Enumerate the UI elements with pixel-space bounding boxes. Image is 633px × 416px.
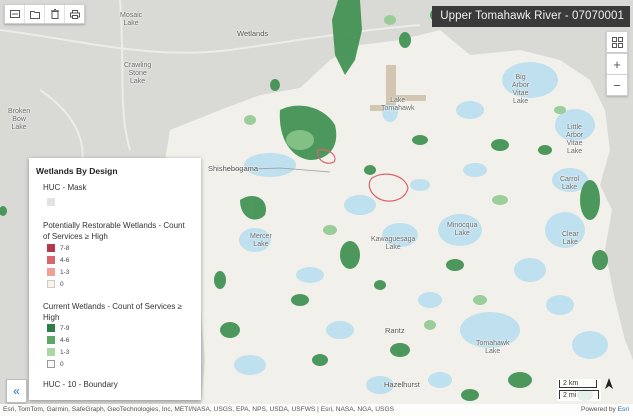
legend-swatch bbox=[47, 256, 55, 264]
north-arrow-icon bbox=[604, 378, 614, 390]
legend-swatch bbox=[47, 244, 55, 252]
legend-section-title: Potentially Restorable Wetlands - Count … bbox=[43, 221, 185, 241]
double-chevron-left-icon: « bbox=[13, 384, 20, 398]
esri-link[interactable]: Esri bbox=[618, 406, 629, 413]
legend-panel: Wetlands By Design HUC - Mask Potentiall… bbox=[29, 158, 201, 400]
minus-icon: − bbox=[613, 77, 621, 93]
legend-item: 1-3 bbox=[47, 348, 69, 356]
legend-section-title: HUC - Mask bbox=[43, 183, 87, 192]
legend-item-label: 4-6 bbox=[60, 336, 70, 344]
scale-km: 2 km bbox=[559, 380, 597, 388]
attribution-bar: Esri, TomTom, Garmin, SafeGraph, GeoTech… bbox=[0, 404, 633, 416]
collapse-legend-button[interactable]: « bbox=[6, 379, 27, 403]
scale-bar: 2 km 2 mi bbox=[557, 379, 601, 401]
basemap-gallery-button[interactable] bbox=[606, 31, 628, 53]
legend-swatch bbox=[47, 280, 55, 288]
folder-icon[interactable] bbox=[25, 5, 45, 23]
plus-icon: + bbox=[613, 56, 621, 72]
legend-swatch bbox=[47, 268, 55, 276]
legend-item-label: 0 bbox=[60, 280, 64, 288]
powered-by: Powered by Esri bbox=[581, 404, 629, 416]
legend-item: 1-3 bbox=[47, 268, 69, 276]
legend-swatch bbox=[47, 336, 55, 344]
scale-mi: 2 mi bbox=[559, 390, 599, 399]
legend-item: 0 bbox=[47, 360, 64, 368]
map-title: Upper Tomahawk River - 07070001 bbox=[432, 6, 630, 27]
legend-item-label: 7-8 bbox=[60, 244, 70, 252]
legend-swatch bbox=[47, 198, 55, 206]
legend-item: 7-9 bbox=[47, 324, 69, 332]
grid-icon bbox=[611, 36, 623, 48]
legend-item: 4-6 bbox=[47, 336, 69, 344]
legend-item bbox=[47, 198, 60, 206]
legend-item-label: 0 bbox=[60, 360, 64, 368]
legend-section-title: HUC - 10 - Boundary bbox=[43, 380, 118, 389]
legend-item-label: 7-9 bbox=[60, 324, 70, 332]
print-icon[interactable] bbox=[65, 5, 84, 23]
legend-item: 7-8 bbox=[47, 244, 69, 252]
legend-item: 0 bbox=[47, 280, 64, 288]
attribution-text: Esri, TomTom, Garmin, SafeGraph, GeoTech… bbox=[3, 406, 394, 413]
legend-swatch bbox=[47, 348, 55, 356]
legend-item-label: 1-3 bbox=[60, 268, 70, 276]
powered-by-prefix: Powered by bbox=[580, 406, 618, 413]
minimize-icon[interactable] bbox=[5, 5, 25, 23]
zoom-out-button[interactable]: − bbox=[606, 74, 628, 96]
map-toolbar bbox=[4, 4, 85, 24]
legend-swatch bbox=[47, 360, 55, 368]
legend-item: 4-6 bbox=[47, 256, 69, 264]
zoom-in-button[interactable]: + bbox=[606, 53, 628, 75]
legend-item-label: 4-6 bbox=[60, 256, 70, 264]
legend-section-title: Current Wetlands - Count of Services ≥ H… bbox=[43, 302, 182, 322]
legend-swatch bbox=[47, 324, 55, 332]
legend-title: Wetlands By Design bbox=[36, 166, 118, 176]
legend-item-label: 1-3 bbox=[60, 348, 70, 356]
trash-icon[interactable] bbox=[45, 5, 65, 23]
